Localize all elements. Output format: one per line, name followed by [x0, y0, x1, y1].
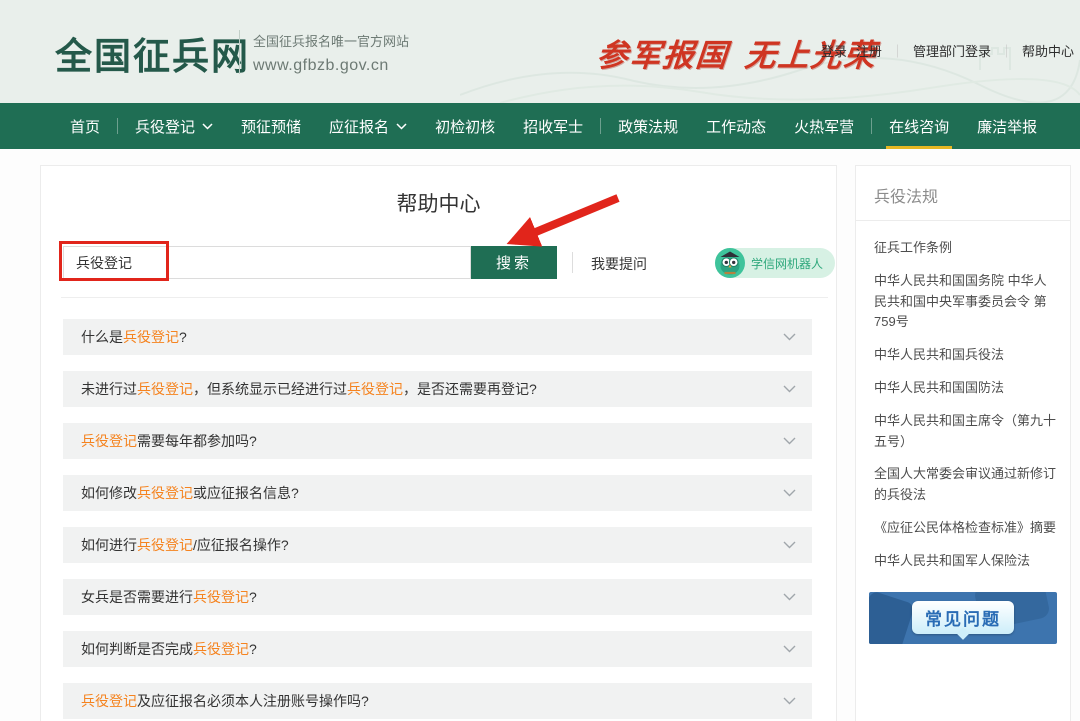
faq-item[interactable]: 兵役登记需要每年都参加吗? — [63, 423, 812, 459]
law-link[interactable]: 中华人民共和国军人保险法 — [874, 551, 1057, 572]
law-link[interactable]: 中华人民共和国国防法 — [874, 378, 1057, 399]
chevron-down-icon — [783, 645, 796, 653]
chevron-down-icon — [783, 437, 796, 445]
nav-item[interactable]: 廉洁举报 — [963, 103, 1051, 149]
faq-question-text: 兵役登记需要每年都参加吗? — [81, 431, 257, 451]
site-logo: 全国征兵网 — [55, 26, 250, 80]
nav-item-label: 兵役登记 — [135, 116, 195, 137]
faq-item[interactable]: 如何修改兵役登记或应征报名信息? — [63, 475, 812, 511]
faq-question-text: 什么是兵役登记? — [81, 327, 187, 347]
nav-item-label: 工作动态 — [706, 116, 766, 137]
faq-question-text: 兵役登记及应征报名必须本人注册账号操作吗? — [81, 691, 369, 711]
ask-question-link[interactable]: 我要提问 — [591, 254, 647, 274]
top-links: 登录 注册 ｜ 管理部门登录 ｜ 帮助中心 — [821, 41, 1074, 60]
chevron-down-icon — [783, 541, 796, 549]
robot-badge-label: 学信网机器人 — [751, 255, 823, 272]
common-questions-banner[interactable]: 常见问题 — [869, 592, 1057, 644]
admin-login-link[interactable]: 管理部门登录 — [913, 41, 991, 60]
nav-item[interactable]: 在线咨询 — [875, 103, 963, 149]
faq-question-text: 如何判断是否完成兵役登记? — [81, 639, 257, 659]
help-center-panel: 帮助中心 搜索 我要提问 学信网机器人 — [40, 165, 837, 721]
faq-question-text: 如何进行兵役登记/应征报名操作? — [81, 535, 289, 555]
nav-item[interactable]: 预征预储 — [227, 103, 315, 149]
nav-item-label: 在线咨询 — [889, 116, 949, 137]
top-links-separator: ｜ — [891, 41, 904, 60]
faq-question-text: 女兵是否需要进行兵役登记? — [81, 587, 257, 607]
nav-item-label: 应征报名 — [329, 116, 389, 137]
chevron-down-icon — [783, 333, 796, 341]
nav-divider — [871, 118, 872, 134]
nav-item-label: 政策法规 — [618, 116, 678, 137]
faq-item[interactable]: 兵役登记及应征报名必须本人注册账号操作吗? — [63, 683, 812, 719]
faq-item[interactable]: 如何进行兵役登记/应征报名操作? — [63, 527, 812, 563]
section-divider — [61, 297, 828, 298]
banner-speech-bubble: 常见问题 — [912, 601, 1014, 634]
nav-divider — [117, 118, 118, 134]
owl-robot-icon — [715, 248, 745, 278]
nav-item-label: 预征预储 — [241, 116, 301, 137]
page: 全国征兵网 全国征兵报名唯一官方网站 www.gfbzb.gov.cn 参军报国… — [0, 0, 1080, 721]
nav-item-label: 首页 — [70, 116, 100, 137]
chsi-robot-badge[interactable]: 学信网机器人 — [715, 248, 835, 278]
nav-item[interactable]: 工作动态 — [692, 103, 780, 149]
law-link[interactable]: 中华人民共和国主席令（第九十五号） — [874, 411, 1057, 453]
site-header: 全国征兵网 全国征兵报名唯一官方网站 www.gfbzb.gov.cn 参军报国… — [0, 0, 1080, 103]
search-row: 搜索 我要提问 学信网机器人 — [63, 246, 835, 279]
nav-item[interactable]: 招收军士 — [509, 103, 597, 149]
law-link[interactable]: 中华人民共和国兵役法 — [874, 345, 1057, 366]
law-link[interactable]: 中华人民共和国国务院 中华人民共和国中央军事委员会令 第759号 — [874, 271, 1057, 333]
faq-question-text: 未进行过兵役登记，但系统显示已经进行过兵役登记，是否还需要再登记? — [81, 379, 537, 399]
law-link[interactable]: 征兵工作条例 — [874, 238, 1057, 259]
nav-item-label: 火热军营 — [794, 116, 854, 137]
faq-question-text: 如何修改兵役登记或应征报名信息? — [81, 483, 299, 503]
law-list: 征兵工作条例中华人民共和国国务院 中华人民共和国中央军事委员会令 第759号中华… — [856, 221, 1070, 572]
login-link[interactable]: 登录 — [821, 41, 847, 60]
faq-item[interactable]: 什么是兵役登记? — [63, 319, 812, 355]
register-link[interactable]: 注册 — [856, 41, 882, 60]
nav-item[interactable]: 应征报名 — [315, 103, 421, 149]
law-link[interactable]: 《应征公民体格检查标准》摘要 — [874, 518, 1057, 539]
chevron-down-icon — [783, 385, 796, 393]
search-ask-divider — [572, 252, 573, 273]
faq-list: 什么是兵役登记? 未进行过兵役登记，但系统显示已经进行过兵役登记，是否还需要再登… — [63, 319, 812, 721]
nav-item-label: 初检初核 — [435, 116, 495, 137]
page-title: 帮助中心 — [41, 188, 836, 218]
nav-item[interactable]: 初检初核 — [421, 103, 509, 149]
sidebar-laws-panel: 兵役法规 征兵工作条例中华人民共和国国务院 中华人民共和国中央军事委员会令 第7… — [855, 165, 1071, 721]
logo-divider — [239, 30, 240, 74]
main-nav: 首页 兵役登记 预征预储 应征报名 初检初核 招收军士 政策法规 工作动态 — [0, 103, 1080, 149]
nav-divider — [600, 118, 601, 134]
chevron-down-icon — [396, 123, 407, 130]
tagline-url: www.gfbzb.gov.cn — [253, 57, 409, 75]
chevron-down-icon — [202, 123, 213, 130]
nav-item-label: 招收军士 — [523, 116, 583, 137]
chevron-down-icon — [783, 593, 796, 601]
site-tagline: 全国征兵报名唯一官方网站 www.gfbzb.gov.cn — [253, 31, 409, 75]
help-center-link[interactable]: 帮助中心 — [1022, 41, 1074, 60]
law-link[interactable]: 全国人大常委会审议通过新修订的兵役法 — [874, 464, 1057, 506]
top-links-separator: ｜ — [1000, 41, 1013, 60]
sidebar-title: 兵役法规 — [856, 166, 1070, 221]
nav-item[interactable]: 首页 — [56, 103, 114, 149]
chevron-down-icon — [783, 697, 796, 705]
chevron-down-icon — [783, 489, 796, 497]
nav-item[interactable]: 政策法规 — [604, 103, 692, 149]
faq-item[interactable]: 未进行过兵役登记，但系统显示已经进行过兵役登记，是否还需要再登记? — [63, 371, 812, 407]
nav-item-label: 廉洁举报 — [977, 116, 1037, 137]
search-input[interactable] — [63, 246, 471, 279]
faq-item[interactable]: 如何判断是否完成兵役登记? — [63, 631, 812, 667]
tagline-line1: 全国征兵报名唯一官方网站 — [253, 31, 409, 50]
search-button[interactable]: 搜索 — [471, 246, 557, 279]
nav-item[interactable]: 兵役登记 — [121, 103, 227, 149]
faq-item[interactable]: 女兵是否需要进行兵役登记? — [63, 579, 812, 615]
nav-item[interactable]: 火热军营 — [780, 103, 868, 149]
